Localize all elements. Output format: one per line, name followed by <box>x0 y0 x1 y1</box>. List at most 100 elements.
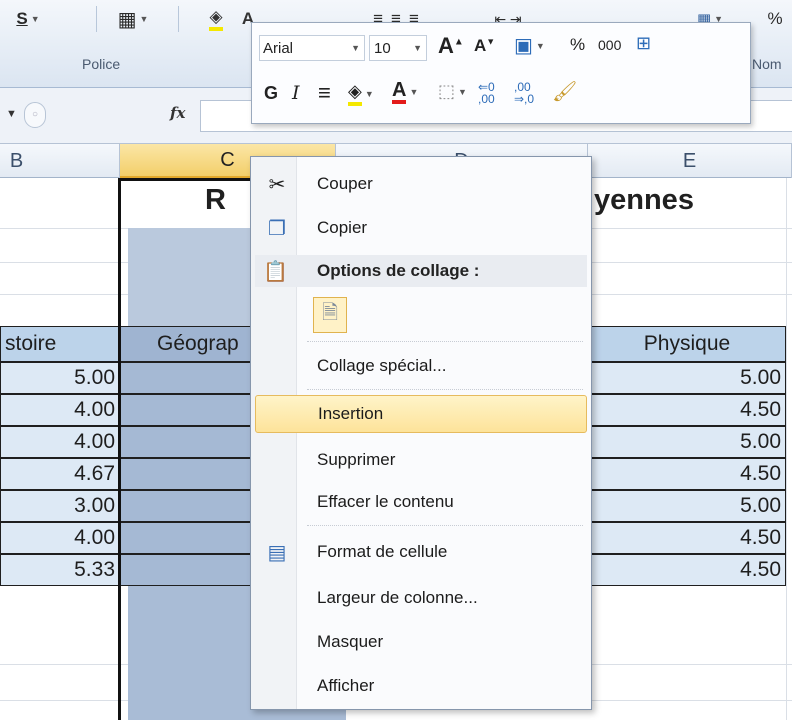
menu-item-label: Afficher <box>317 676 375 695</box>
accounting-format-button[interactable]: ▣ ▼ <box>514 33 545 58</box>
font-name-select[interactable]: Arial ▼ <box>259 35 365 61</box>
fill-color-button[interactable]: ◈ ▼ <box>348 81 374 106</box>
fill-color-button[interactable]: ◈ <box>196 4 236 34</box>
menu-item-hide[interactable]: Masquer <box>255 623 587 661</box>
menu-item-paste-special[interactable]: Collage spécial... <box>255 347 587 385</box>
font-name-value: Arial <box>263 39 294 57</box>
percent-label: % <box>570 35 586 54</box>
increase-decimal-icon: ⇐0,00 <box>478 80 495 106</box>
cell-histoire[interactable]: 3.00 <box>0 490 120 522</box>
title-cell-continued[interactable]: yennes <box>594 184 694 217</box>
menu-item-label: Collage spécial... <box>317 356 447 375</box>
menu-item-format-cells[interactable]: ▤ Format de cellule <box>255 533 587 571</box>
increase-decimal-button[interactable]: ⇐0,00 <box>478 81 495 105</box>
format-cells-icon: ▤ <box>267 541 287 564</box>
chevron-down-icon: ▼ <box>139 14 149 24</box>
font-color-button[interactable]: A ▼ <box>392 80 418 104</box>
clipboard-icon: 📋 <box>263 260 288 283</box>
column-header-e[interactable]: E <box>588 144 792 178</box>
underline-label: S <box>16 9 28 28</box>
cancel-entry-button[interactable]: ○ <box>24 102 46 128</box>
menu-item-label: Couper <box>317 174 373 193</box>
header-label: Géograp <box>157 332 239 355</box>
italic-button[interactable]: I <box>292 82 300 104</box>
cell-physique[interactable]: 5.00 <box>588 362 786 394</box>
paste-options-label: Options de collage : <box>317 261 480 280</box>
thousands-separator-button[interactable]: 000 <box>598 37 621 53</box>
cell-physique[interactable]: 4.50 <box>588 394 786 426</box>
namebox-dropdown-icon[interactable]: ▼ <box>6 108 17 120</box>
center-align-icon: ≡ <box>318 80 331 105</box>
column-label: C <box>220 148 235 171</box>
menu-item-delete[interactable]: Supprimer <box>255 441 587 479</box>
cell-histoire[interactable]: 4.00 <box>0 426 120 458</box>
fill-color-icon: ◈ <box>209 7 223 31</box>
context-menu: ✂ Couper ❐ Copier 📋 Options de collage :… <box>250 156 592 710</box>
menu-item-clear-contents[interactable]: Effacer le contenu <box>255 483 587 521</box>
chevron-down-icon: ▼ <box>351 43 360 53</box>
underline-button[interactable]: S ▼ <box>8 4 48 34</box>
center-align-button[interactable]: ≡ <box>318 80 331 106</box>
scissors-icon: ✂ <box>268 173 286 196</box>
grow-font-icon: A▲ <box>438 33 464 58</box>
percent-label: % <box>767 9 783 28</box>
borders-button[interactable]: ⬚ ▼ <box>438 81 467 102</box>
bold-label: G <box>264 83 279 103</box>
title-cell[interactable]: R <box>205 184 226 217</box>
chevron-down-icon: ▼ <box>535 40 545 51</box>
menu-item-label: Masquer <box>317 632 384 651</box>
copy-icon: ❐ <box>268 217 286 240</box>
cell-histoire[interactable]: 4.00 <box>0 394 120 426</box>
paste-icon: 🗎 <box>321 302 339 324</box>
menu-item-insert[interactable]: Insertion <box>255 395 587 433</box>
menu-item-copy[interactable]: ❐ Copier <box>255 209 587 247</box>
menu-item-label: Largeur de colonne... <box>317 588 478 607</box>
bold-button[interactable]: G <box>264 83 278 104</box>
cell-physique[interactable]: 5.00 <box>588 490 786 522</box>
header-cell-histoire[interactable]: stoire <box>0 326 120 362</box>
header-label: stoire <box>5 332 57 355</box>
chevron-down-icon: ▼ <box>458 86 467 97</box>
percent-button[interactable]: % <box>760 4 790 34</box>
paste-options-header: 📋 Options de collage : <box>255 255 587 287</box>
header-cell-physique[interactable]: Physique <box>588 326 786 362</box>
cell-histoire[interactable]: 4.00 <box>0 522 120 554</box>
shrink-font-icon: A▼ <box>474 36 496 55</box>
column-label: E <box>682 149 697 172</box>
police-group-label: Police <box>82 56 121 72</box>
cell-physique[interactable]: 4.50 <box>588 522 786 554</box>
cell-physique[interactable]: 4.50 <box>588 554 786 586</box>
chevron-down-icon: ▼ <box>413 43 422 53</box>
cell-histoire[interactable]: 5.33 <box>0 554 120 586</box>
cell-histoire[interactable]: 4.67 <box>0 458 120 490</box>
format-painter-icon: 🖌 <box>552 81 578 103</box>
shrink-font-button[interactable]: A▼ <box>474 36 495 56</box>
mini-toolbar: Arial ▼ 10 ▼ A▲ A▼ ▣ ▼ % 000 ⊞ G I ≡ ◈ ▼ A… <box>251 22 751 124</box>
percent-style-button[interactable]: % <box>570 35 585 55</box>
cell-physique[interactable]: 4.50 <box>588 458 786 490</box>
fill-color-icon: ◈ <box>348 81 362 106</box>
format-painter-button[interactable]: 🖌 <box>552 79 577 104</box>
chevron-down-icon: ▼ <box>409 87 419 97</box>
decrease-decimal-button[interactable]: ,00 ⇒,0 <box>514 81 534 105</box>
merge-center-button[interactable]: ⊞ <box>636 33 651 54</box>
paste-button[interactable]: 🗎 <box>313 297 347 333</box>
font-size-value: 10 <box>374 39 391 57</box>
grow-font-button[interactable]: A▲ <box>438 33 464 59</box>
menu-item-cut[interactable]: ✂ Couper <box>255 165 587 203</box>
header-label: Physique <box>643 332 731 355</box>
money-icon: ▣ <box>514 35 533 57</box>
font-size-select[interactable]: 10 ▼ <box>369 35 427 61</box>
menu-item-label: Supprimer <box>317 450 396 469</box>
column-header-b[interactable]: B <box>0 144 120 178</box>
cell-histoire[interactable]: 5.00 <box>0 362 120 394</box>
menu-separator <box>307 389 583 390</box>
borders-button[interactable]: ▦ ▼ <box>106 4 160 34</box>
cell-physique[interactable]: 5.00 <box>588 426 786 458</box>
menu-separator <box>307 525 583 526</box>
insert-function-button[interactable]: fx <box>170 104 185 122</box>
menu-item-column-width[interactable]: Largeur de colonne... <box>255 579 587 617</box>
menu-item-unhide[interactable]: Afficher <box>255 667 587 705</box>
separator <box>178 6 179 32</box>
decrease-decimal-icon: ,00 ⇒,0 <box>514 80 535 106</box>
